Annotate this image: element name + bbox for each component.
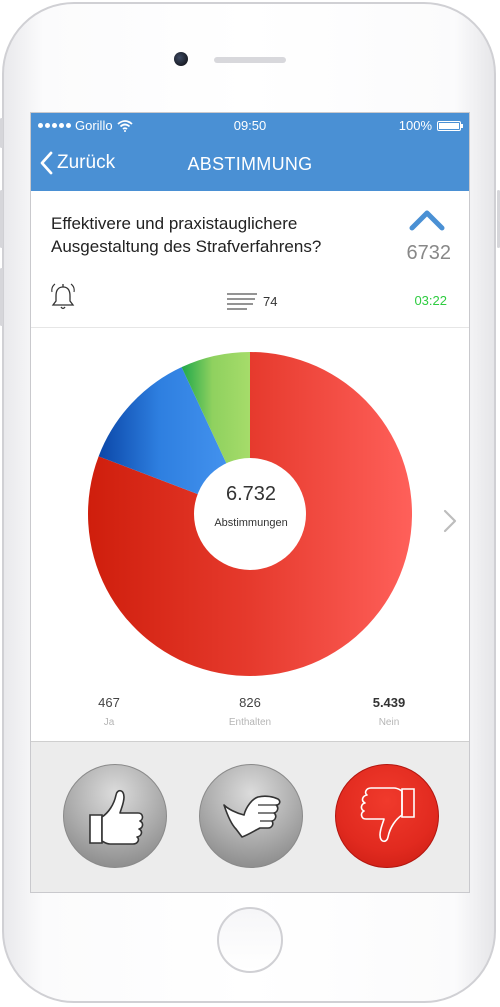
mute-switch <box>0 118 3 148</box>
question-text: Effektivere und praxistauglichere Ausges… <box>51 214 322 256</box>
status-bar: Gorillo 09:50 100% <box>31 113 469 139</box>
total-votes: 6.732 <box>225 483 277 505</box>
volume-down-button <box>0 268 3 326</box>
thumbs-down-icon <box>360 787 415 843</box>
bell-icon[interactable] <box>51 283 75 311</box>
home-button[interactable] <box>217 907 283 973</box>
tally-nein-label: Nein <box>378 717 400 728</box>
tally-nein: 5.439 Nein <box>344 695 434 728</box>
comment-count: 74 <box>263 293 278 309</box>
thumb-sideways-icon <box>223 795 281 838</box>
earpiece-speaker <box>214 57 286 63</box>
results-donut-chart <box>88 352 412 676</box>
thumbs-up-icon <box>89 789 144 845</box>
battery-icon <box>437 120 463 131</box>
navigation-bar: Zurück ABSTIMMUNG <box>31 139 469 191</box>
upvote-count: 6732 <box>406 242 452 264</box>
tally-enthalten-label: Enthalten <box>228 717 272 728</box>
comments-link[interactable]: 74 <box>227 292 277 310</box>
battery-percent: 100% <box>398 118 432 133</box>
app-screen: Gorillo 09:50 100% Zurück ABSTIMMUNG Eff… <box>30 112 470 893</box>
vote-yes-button[interactable] <box>63 764 167 868</box>
volume-up-button <box>0 190 3 248</box>
vote-abstain-button[interactable] <box>199 764 303 868</box>
comment-lines-icon <box>227 293 257 310</box>
tally-enthalten-value: 826 <box>239 695 261 710</box>
results-chart-area: 6.732 Abstimmungen <box>31 329 469 739</box>
tally-ja: 467 Ja <box>64 695 154 728</box>
vote-button-bar <box>31 741 469 892</box>
tally-nein-value: 5.439 <box>372 695 406 710</box>
chevron-right-icon[interactable] <box>443 509 457 533</box>
tally-ja-value: 467 <box>98 695 120 710</box>
upvote-chevron-icon[interactable] <box>409 209 445 231</box>
top-bar: Gorillo 09:50 100% Zurück ABSTIMMUNG <box>31 113 469 191</box>
time-remaining: 03:22 <box>414 293 447 308</box>
status-right: 100% <box>398 118 463 133</box>
vote-no-button[interactable] <box>335 764 439 868</box>
tally-enthalten: 826 Enthalten <box>205 695 295 728</box>
page-title: ABSTIMMUNG <box>187 154 313 174</box>
donut-hole <box>194 458 306 570</box>
vote-tallies: 467 Ja 826 Enthalten 5.439 Nein <box>31 695 469 735</box>
total-votes-label: Abstimmungen <box>214 517 288 529</box>
tally-ja-label: Ja <box>103 717 115 728</box>
front-camera <box>174 52 188 66</box>
